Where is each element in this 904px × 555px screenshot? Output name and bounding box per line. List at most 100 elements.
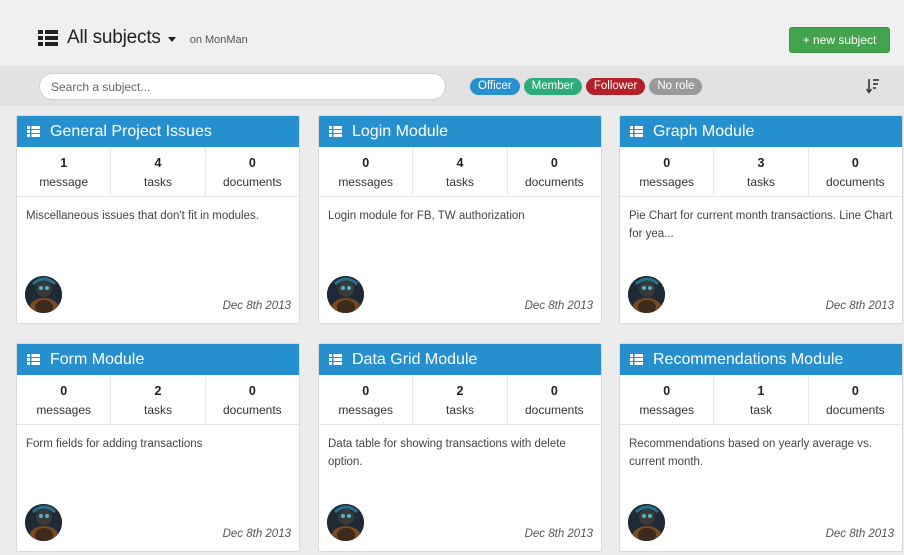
stat-messages[interactable]: 0 messages [319, 375, 414, 424]
list-icon [630, 126, 643, 137]
stat-label: messages [338, 403, 394, 417]
stat-tasks[interactable]: 3 tasks [714, 147, 809, 196]
subject-card[interactable]: Login Module 0 messages 4 tasks 0 docume… [318, 115, 602, 324]
stat-documents[interactable]: 0 documents [206, 375, 299, 424]
stat-tasks[interactable]: 4 tasks [111, 147, 206, 196]
subject-title[interactable]: Login Module [352, 123, 448, 141]
subject-date: Dec 8th 2013 [222, 300, 291, 312]
role-filter-officer[interactable]: Officer [470, 78, 520, 95]
stat-messages[interactable]: 0 messages [17, 375, 112, 424]
stat-count: 0 [248, 156, 256, 170]
stat-count: 4 [154, 156, 162, 170]
stat-count: 2 [154, 384, 162, 398]
avatar-image [628, 276, 665, 313]
avatar-image [25, 276, 62, 313]
list-icon [38, 30, 58, 46]
subject-card-header[interactable]: Login Module [319, 116, 601, 147]
subject-stats: 0 messages 1 task 0 documents [620, 375, 902, 425]
stat-tasks[interactable]: 2 tasks [413, 375, 508, 424]
stat-label: tasks [445, 403, 474, 417]
subject-stats: 0 messages 4 tasks 0 documents [319, 147, 601, 197]
subject-title[interactable]: Form Module [50, 351, 144, 369]
subject-card-header[interactable]: General Project Issues [17, 116, 299, 147]
stat-count: 0 [663, 384, 671, 398]
subject-stats: 0 messages 3 tasks 0 documents [620, 147, 902, 197]
stat-tasks[interactable]: 1 task [714, 375, 809, 424]
subject-card-header[interactable]: Recommendations Module [620, 344, 902, 375]
avatar[interactable] [327, 276, 364, 313]
stat-label: documents [524, 403, 584, 417]
page-title[interactable]: All subjects [67, 27, 161, 49]
stat-documents[interactable]: 0 documents [809, 375, 902, 424]
subject-card[interactable]: Form Module 0 messages 2 tasks 0 documen… [16, 343, 300, 552]
sort-icon[interactable] [866, 78, 880, 94]
subject-description: Recommendations based on yearly average … [629, 438, 872, 468]
subject-stats: 0 messages 2 tasks 0 documents [319, 375, 601, 425]
stat-label: documents [222, 403, 282, 417]
workspace-label: on MonMan [189, 33, 248, 46]
subject-title[interactable]: Data Grid Module [352, 351, 477, 369]
stat-count: 0 [248, 384, 256, 398]
subject-card[interactable]: Recommendations Module 0 messages 1 task… [619, 343, 903, 552]
stat-documents[interactable]: 0 documents [206, 147, 299, 196]
page-header: All subjects on MonMan + new subject [0, 0, 904, 66]
stat-messages[interactable]: 0 messages [620, 375, 715, 424]
stat-label: messages [338, 175, 394, 189]
stat-tasks[interactable]: 2 tasks [111, 375, 206, 424]
stat-documents[interactable]: 0 documents [809, 147, 902, 196]
stat-messages[interactable]: 1 message [17, 147, 112, 196]
stat-count: 0 [362, 384, 370, 398]
subject-description: Pie Chart for current month transactions… [629, 210, 893, 240]
subjects-dropdown[interactable]: All subjects on MonMan [38, 27, 248, 49]
subject-title[interactable]: General Project Issues [50, 123, 212, 141]
subject-description: Form fields for adding transactions [26, 438, 203, 450]
stat-label: task [749, 403, 772, 417]
list-icon [630, 354, 643, 365]
avatar[interactable] [628, 276, 665, 313]
list-icon [27, 354, 40, 365]
role-filters: Officer Member Follower No role [470, 78, 706, 95]
search-input[interactable] [39, 73, 446, 100]
subject-date: Dec 8th 2013 [524, 300, 593, 312]
avatar-image [327, 276, 364, 313]
role-filter-follower[interactable]: Follower [585, 78, 646, 95]
stat-label: tasks [143, 175, 172, 189]
stat-tasks[interactable]: 4 tasks [413, 147, 508, 196]
role-filter-no-role[interactable]: No role [649, 78, 703, 95]
avatar[interactable] [25, 276, 62, 313]
stat-count: 1 [757, 384, 765, 398]
filter-bar: OfficerMemberFollowerNo role [0, 66, 904, 106]
stat-count: 0 [60, 384, 68, 398]
subject-card[interactable]: Data Grid Module 0 messages 2 tasks 0 do… [318, 343, 602, 552]
subject-card-header[interactable]: Data Grid Module [319, 344, 601, 375]
avatar-image [628, 504, 665, 541]
stat-documents[interactable]: 0 documents [508, 147, 601, 196]
stat-documents[interactable]: 0 documents [508, 375, 601, 424]
avatar-image [327, 504, 364, 541]
caret-down-icon[interactable] [167, 36, 176, 42]
avatar[interactable] [25, 504, 62, 541]
subject-title[interactable]: Recommendations Module [653, 351, 843, 369]
subject-card[interactable]: General Project Issues 1 message 4 tasks… [16, 115, 300, 324]
subject-card-header[interactable]: Graph Module [620, 116, 902, 147]
stat-count: 3 [757, 156, 765, 170]
stat-messages[interactable]: 0 messages [319, 147, 414, 196]
subject-card-header[interactable]: Form Module [17, 344, 299, 375]
stat-count: 0 [851, 156, 859, 170]
subject-date: Dec 8th 2013 [825, 528, 894, 540]
subject-description: Data table for showing transactions with… [328, 438, 566, 468]
stat-count: 2 [456, 384, 464, 398]
stat-label: messages [639, 175, 695, 189]
avatar[interactable] [327, 504, 364, 541]
new-subject-button[interactable]: + new subject [789, 27, 890, 53]
stat-count: 0 [362, 156, 370, 170]
stat-label: tasks [445, 175, 474, 189]
avatar[interactable] [628, 504, 665, 541]
stat-messages[interactable]: 0 messages [620, 147, 715, 196]
stat-count: 0 [550, 156, 558, 170]
avatar-image [25, 504, 62, 541]
list-icon [329, 354, 342, 365]
role-filter-member[interactable]: Member [523, 78, 582, 95]
subject-card[interactable]: Graph Module 0 messages 3 tasks 0 docume… [619, 115, 903, 324]
subject-title[interactable]: Graph Module [653, 123, 754, 141]
